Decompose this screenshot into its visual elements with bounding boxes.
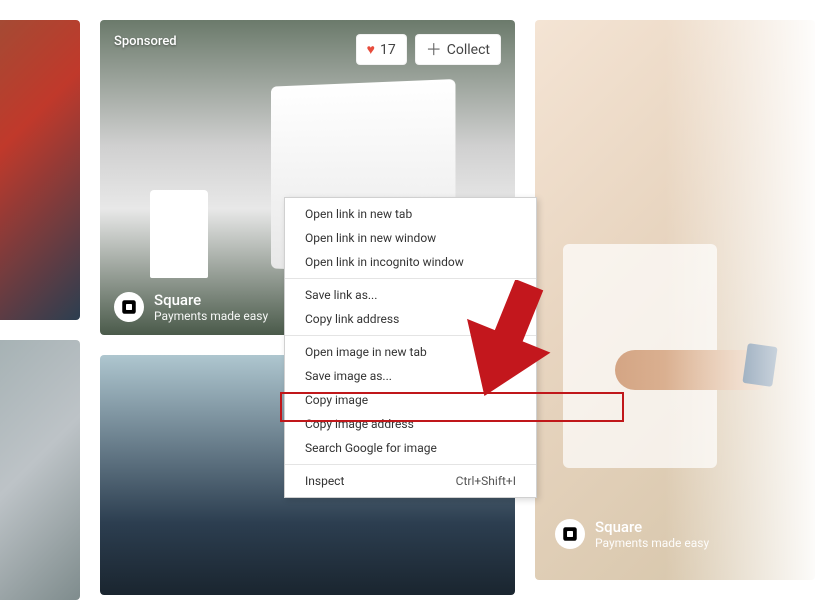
ctx-inspect-shortcut: Ctrl+Shift+I: [456, 474, 516, 488]
ctx-separator: [285, 335, 536, 336]
collect-button[interactable]: ＋ Collect: [415, 34, 501, 65]
brand-tagline: Payments made easy: [154, 309, 268, 323]
avatar: [114, 292, 144, 322]
plus-icon: ＋: [426, 43, 442, 57]
brand-name: Square: [595, 518, 709, 536]
ctx-separator: [285, 464, 536, 465]
ctx-open-link-new-tab[interactable]: Open link in new tab: [285, 202, 536, 226]
ctx-save-link-as[interactable]: Save link as...: [285, 283, 536, 307]
like-count: 17: [380, 42, 396, 58]
ctx-separator: [285, 278, 536, 279]
image-card[interactable]: [0, 340, 80, 600]
ctx-open-link-new-window[interactable]: Open link in new window: [285, 226, 536, 250]
square-logo-icon: [561, 525, 579, 543]
ctx-copy-image-address[interactable]: Copy image address: [285, 412, 536, 436]
card-attribution[interactable]: Square Payments made easy: [114, 291, 268, 323]
ctx-search-google-for-image[interactable]: Search Google for image: [285, 436, 536, 460]
ctx-copy-link-address[interactable]: Copy link address: [285, 307, 536, 331]
collect-label: Collect: [447, 42, 490, 58]
ctx-inspect[interactable]: Inspect Ctrl+Shift+I: [285, 469, 536, 493]
ctx-copy-image[interactable]: Copy image: [285, 388, 536, 412]
ctx-open-image-new-tab[interactable]: Open image in new tab: [285, 340, 536, 364]
card-attribution[interactable]: Square Payments made easy: [555, 518, 709, 550]
brand-tagline: Payments made easy: [595, 536, 709, 550]
image-card-sponsored[interactable]: Square Payments made easy: [535, 20, 815, 580]
brand-name: Square: [154, 291, 268, 309]
ctx-save-image-as[interactable]: Save image as...: [285, 364, 536, 388]
context-menu: Open link in new tab Open link in new wi…: [284, 197, 537, 498]
heart-icon: ♥: [367, 41, 375, 58]
sponsored-badge: Sponsored: [114, 34, 177, 49]
image-card[interactable]: [0, 20, 80, 320]
avatar: [555, 519, 585, 549]
like-button[interactable]: ♥ 17: [356, 34, 407, 65]
square-logo-icon: [120, 298, 138, 316]
ctx-open-link-incognito[interactable]: Open link in incognito window: [285, 250, 536, 274]
